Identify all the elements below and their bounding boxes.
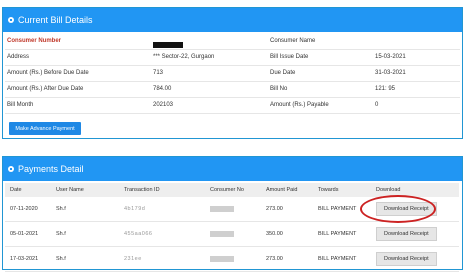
payments-detail-panel: Payments Detail Date User Name Transacti…	[2, 156, 463, 272]
table-row: 07-11-2020 Sh.f 4b179d 273.00 BILL PAYME…	[5, 197, 459, 222]
amount-payable-value: 0	[375, 102, 379, 108]
bill-month-label: Bill Month	[7, 102, 34, 108]
cell-amount: 273.00	[261, 246, 313, 272]
col-towards: Towards	[313, 183, 371, 197]
current-bill-title: Current Bill Details	[18, 15, 93, 25]
make-advance-payment-button[interactable]: Make Advance Payment	[9, 122, 81, 135]
payments-detail-title: Payments Detail	[18, 164, 84, 174]
current-bill-header: Current Bill Details	[3, 8, 462, 32]
cell-date: 05-01-2021	[5, 221, 51, 247]
col-user-name: User Name	[51, 183, 119, 197]
cell-download: Download Receipt	[371, 197, 459, 222]
bill-no-value: 121: 95	[375, 86, 396, 92]
address-label: Address	[7, 54, 30, 60]
info-icon	[8, 17, 14, 23]
cell-amount: 273.00	[261, 197, 313, 222]
address-value: *** Sector-22, Gurgaon	[153, 54, 215, 60]
cell-towards: BILL PAYMENT	[313, 246, 371, 272]
cell-user: Sh.f	[51, 246, 119, 272]
bill-month-value: 202103	[153, 102, 174, 108]
cell-amount: 350.00	[261, 221, 313, 247]
cell-download: Download Receipt	[371, 221, 459, 247]
cell-transaction-id: 4b179d	[119, 197, 205, 222]
cell-download: Download Receipt	[371, 246, 459, 272]
bill-row: Amount (Rs.) After Due Date 784.00 Bill …	[5, 82, 460, 98]
amount-after-due-value: 784.00	[153, 86, 172, 92]
col-date: Date	[5, 183, 51, 197]
col-consumer-no: Consumer No	[205, 183, 261, 197]
cell-towards: BILL PAYMENT	[313, 197, 371, 222]
cell-transaction-id: 231ee	[119, 246, 205, 272]
cell-towards: BILL PAYMENT	[313, 221, 371, 247]
amount-before-due-label: Amount (Rs.) Before Due Date	[7, 70, 89, 76]
col-transaction-id: Transaction ID	[119, 183, 205, 197]
cell-date: 07-11-2020	[5, 197, 51, 222]
cell-consumer-no	[205, 221, 261, 247]
bill-row: Amount (Rs.) Before Due Date 713 Due Dat…	[5, 66, 460, 82]
cell-user: Sh.f	[51, 197, 119, 222]
cell-consumer-no	[205, 197, 261, 222]
table-header-row: Date User Name Transaction ID Consumer N…	[5, 183, 459, 197]
current-bill-panel: Current Bill Details Consumer Number Con…	[2, 7, 463, 139]
bill-row: Bill Month 202103 Amount (Rs.) Payable 0	[5, 98, 460, 114]
download-receipt-button[interactable]: Download Receipt	[376, 202, 437, 216]
payments-detail-header: Payments Detail	[3, 157, 462, 181]
cell-user: Sh.f	[51, 221, 119, 247]
amount-after-due-label: Amount (Rs.) After Due Date	[7, 86, 84, 92]
consumer-name-label: Consumer Name	[270, 38, 316, 44]
consumer-number-label: Consumer Number	[7, 38, 62, 44]
bill-no-label: Bill No	[270, 86, 288, 92]
col-download: Download	[371, 183, 459, 197]
table-row: 17-03-2021 Sh.f 231ee 273.00 BILL PAYMEN…	[5, 246, 459, 272]
download-receipt-button[interactable]: Download Receipt	[376, 227, 437, 241]
cell-transaction-id: 455aa066	[119, 221, 205, 247]
col-amount-paid: Amount Paid	[261, 183, 313, 197]
payments-table: Date User Name Transaction ID Consumer N…	[5, 183, 459, 272]
info-icon	[8, 166, 14, 172]
bill-row: Address *** Sector-22, Gurgaon Bill Issu…	[5, 50, 460, 66]
due-date-label: Due Date	[270, 70, 296, 76]
bill-issue-date-label: Bill Issue Date	[270, 54, 309, 60]
due-date-value: 31-03-2021	[375, 70, 406, 76]
cell-date: 17-03-2021	[5, 246, 51, 272]
bill-row: Consumer Number Consumer Name	[5, 34, 460, 50]
bill-issue-date-value: 15-03-2021	[375, 54, 406, 60]
table-row: 05-01-2021 Sh.f 455aa066 350.00 BILL PAY…	[5, 221, 459, 247]
amount-before-due-value: 713	[153, 70, 164, 76]
amount-payable-label: Amount (Rs.) Payable	[270, 102, 329, 108]
cell-consumer-no	[205, 246, 261, 272]
download-receipt-button[interactable]: Download Receipt	[376, 252, 437, 266]
